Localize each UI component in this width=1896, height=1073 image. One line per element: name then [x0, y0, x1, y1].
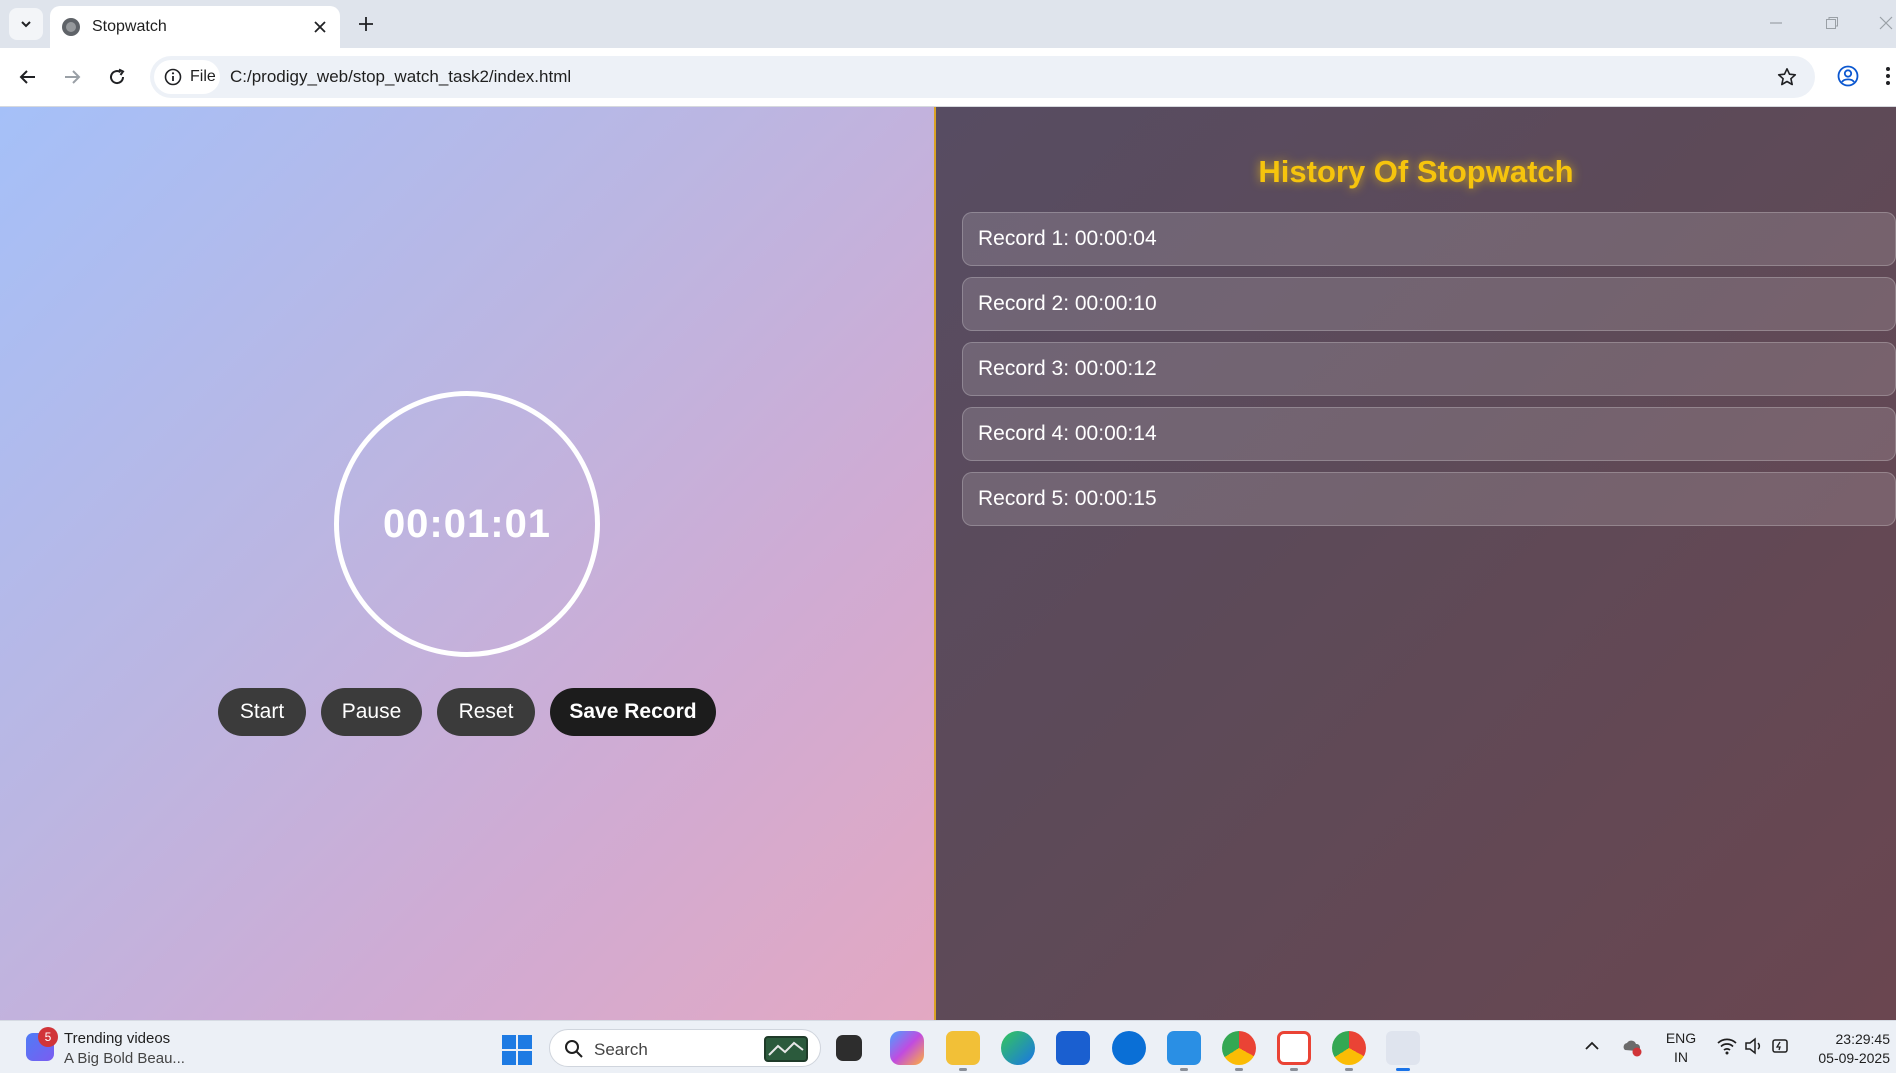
running-indicator [959, 1068, 967, 1071]
store-icon[interactable] [1056, 1031, 1090, 1065]
star-icon [1777, 68, 1797, 86]
wifi-icon[interactable] [1716, 1037, 1738, 1060]
page-viewport: 00:01:01 Start Pause Reset Save Record H… [0, 107, 1896, 1020]
globe-icon [62, 18, 80, 36]
account-icon [1837, 65, 1859, 87]
url-text[interactable]: C:/prodigy_web/stop_watch_task2/index.ht… [230, 67, 571, 87]
widget-subtitle[interactable]: A Big Bold Beau... [64, 1050, 185, 1067]
pause-button[interactable]: Pause [321, 688, 422, 736]
arrow-left-icon [19, 70, 35, 84]
back-button[interactable] [12, 61, 44, 93]
running-indicator [1290, 1068, 1298, 1071]
minimize-icon [1770, 22, 1782, 24]
taskbar-time: 23:29:45 [1835, 1031, 1891, 1047]
close-tab-button[interactable] [308, 15, 332, 39]
close-window-button[interactable] [1866, 6, 1896, 40]
history-record: Record 5: 00:00:15 [962, 472, 1896, 526]
running-indicator [1345, 1068, 1353, 1071]
taskbar-clock[interactable]: 23:29:45 05-09-2025 [1818, 1030, 1890, 1068]
history-record: Record 3: 00:00:12 [962, 342, 1896, 396]
vscode-icon[interactable] [1167, 1031, 1201, 1065]
windows-logo-icon [518, 1035, 532, 1049]
running-indicator [1180, 1068, 1188, 1071]
site-chip-label: File [190, 68, 216, 85]
history-title: History Of Stopwatch [1258, 154, 1574, 189]
menu-button[interactable] [1880, 60, 1896, 92]
profile-button[interactable] [1832, 60, 1864, 92]
dell-icon[interactable] [1112, 1031, 1146, 1065]
region-code: IN [1674, 1049, 1688, 1065]
plus-icon [359, 17, 373, 31]
tab-strip: Stopwatch [0, 0, 1896, 48]
history-record: Record 4: 00:00:14 [962, 407, 1896, 461]
gmail-icon[interactable] [1277, 1031, 1311, 1065]
restore-button[interactable] [1812, 6, 1852, 40]
active-indicator [1396, 1068, 1410, 1071]
widget-title[interactable]: Trending videos [64, 1030, 170, 1047]
battery-icon[interactable] [1770, 1037, 1792, 1060]
stopwatch-circle: 00:01:01 [334, 391, 600, 657]
time-display: 00:01:01 [382, 501, 552, 546]
reload-button[interactable] [101, 61, 133, 93]
volume-icon[interactable] [1744, 1037, 1764, 1060]
chevron-up-icon[interactable] [1584, 1039, 1600, 1057]
taskbar: 5 Trending videos A Big Bold Beau... Sea… [0, 1020, 1896, 1073]
history-record: Record 2: 00:00:10 [962, 277, 1896, 331]
taskbar-date: 05-09-2025 [1818, 1050, 1890, 1066]
taskbar-search[interactable]: Search [549, 1029, 821, 1067]
close-icon [1879, 16, 1893, 30]
running-indicator [1235, 1068, 1243, 1071]
start-button[interactable]: Start [218, 688, 306, 736]
site-info-chip[interactable]: File [154, 60, 220, 94]
copilot-icon[interactable] [890, 1031, 924, 1065]
minimize-button[interactable] [1756, 6, 1796, 40]
notification-badge: 5 [38, 1027, 58, 1047]
file-explorer-icon[interactable] [946, 1031, 980, 1065]
task-view-icon[interactable] [836, 1035, 862, 1061]
new-tab-button[interactable] [352, 10, 380, 38]
save-record-button[interactable]: Save Record [550, 688, 716, 736]
start-menu-button[interactable] [502, 1035, 532, 1065]
history-record: Record 1: 00:00:04 [962, 212, 1896, 266]
tab-stopwatch[interactable]: Stopwatch [50, 6, 340, 48]
forward-button[interactable] [56, 61, 88, 93]
language-code: ENG [1665, 1030, 1697, 1046]
browser-toolbar: File C:/prodigy_web/stop_watch_task2/ind… [0, 48, 1896, 107]
windows-logo-icon [518, 1051, 532, 1065]
restore-icon [1826, 17, 1838, 29]
close-icon [314, 21, 326, 33]
onedrive-icon[interactable] [1620, 1035, 1644, 1064]
search-label: Search [594, 1040, 648, 1059]
bookmark-button[interactable] [1775, 65, 1799, 89]
edge-icon[interactable] [1001, 1031, 1035, 1065]
tab-search-button[interactable] [9, 8, 43, 40]
chevron-down-icon [21, 21, 31, 28]
tab-title: Stopwatch [92, 18, 167, 35]
reset-button[interactable]: Reset [437, 688, 535, 736]
snipping-tool-icon[interactable] [1386, 1031, 1420, 1065]
windows-logo-icon [502, 1035, 516, 1049]
address-bar[interactable]: File C:/prodigy_web/stop_watch_task2/ind… [150, 56, 1815, 98]
more-vert-icon [1886, 67, 1890, 85]
search-highlight-image [764, 1036, 808, 1062]
chart-line-icon [768, 1041, 804, 1056]
reload-icon [110, 68, 125, 85]
language-indicator[interactable]: ENG IN [1664, 1029, 1698, 1067]
chrome-profile-icon[interactable] [1332, 1031, 1366, 1065]
chrome-icon[interactable] [1222, 1031, 1256, 1065]
info-icon [164, 68, 182, 86]
stopwatch-panel: 00:01:01 Start Pause Reset Save Record [0, 107, 934, 1020]
windows-logo-icon [502, 1051, 516, 1065]
search-icon [565, 1040, 583, 1058]
arrow-right-icon [65, 70, 81, 84]
